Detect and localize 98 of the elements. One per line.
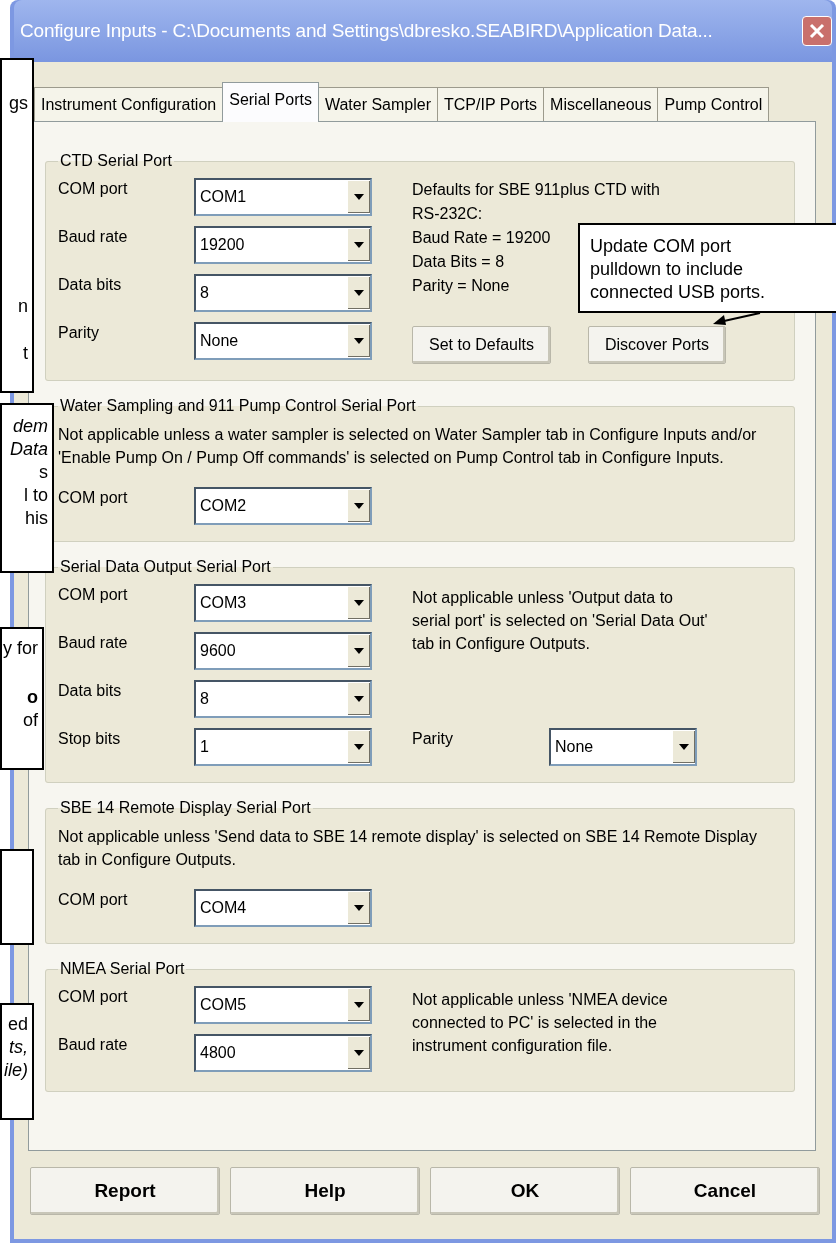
group-title: Serial Data Output Serial Port xyxy=(59,558,272,576)
tab[interactable]: Water Sampler xyxy=(317,87,438,122)
caret-icon xyxy=(354,290,364,296)
dropdown-button[interactable] xyxy=(347,683,370,715)
dropdown-field[interactable]: None xyxy=(194,322,372,360)
defaults-text: Data Bits = 8 xyxy=(412,252,505,272)
dropdown-button[interactable] xyxy=(347,587,370,619)
dialog-button[interactable]: Help xyxy=(230,1167,420,1215)
dropdown-button[interactable] xyxy=(347,229,370,261)
dropdown-button[interactable] xyxy=(347,989,370,1021)
field-label: Baud rate xyxy=(58,227,129,246)
caret-icon xyxy=(354,1050,364,1056)
dropdown-field[interactable]: 8 xyxy=(194,680,372,718)
field-label: Parity xyxy=(58,323,100,342)
caret-icon xyxy=(679,744,689,750)
callout-text: y for xyxy=(3,637,38,660)
field-label: COM port xyxy=(58,179,129,198)
caret-icon xyxy=(354,600,364,606)
group-title: CTD Serial Port xyxy=(59,152,174,170)
dropdown-field[interactable]: 4800 xyxy=(194,1034,372,1072)
note-text: Not applicable unless 'Output data to serial port' is selected on 'Serial Data Out' tab in Configure Outputs. xyxy=(412,588,709,654)
action-button[interactable]: Set to Defaults xyxy=(412,326,551,364)
callout-text: Data xyxy=(9,438,48,461)
dropdown-button[interactable] xyxy=(347,490,370,522)
defaults-text: RS-232C: xyxy=(412,204,483,224)
callout-text: connected USB ports. xyxy=(590,281,766,304)
caret-icon xyxy=(354,905,364,911)
dialog-button[interactable]: Cancel xyxy=(630,1167,820,1215)
tab[interactable]: Miscellaneous xyxy=(543,87,659,122)
field-label: COM port xyxy=(58,585,129,604)
group-title: SBE 14 Remote Display Serial Port xyxy=(59,799,312,817)
field-label: Baud rate xyxy=(58,633,129,652)
callout-text: l to xyxy=(24,484,48,507)
callout-text: t xyxy=(23,342,28,365)
dropdown-field[interactable]: 1 xyxy=(194,728,372,766)
dropdown-button[interactable] xyxy=(347,277,370,309)
window-title: Configure Inputs - C:\Documents and Settings\dbresko.SEABIRD\Application Data... xyxy=(20,20,713,42)
field-label: Data bits xyxy=(58,681,123,700)
defaults-text: Parity = None xyxy=(412,276,510,296)
dropdown-button[interactable] xyxy=(347,325,370,357)
dropdown-field[interactable]: COM4 xyxy=(194,889,372,927)
dropdown-button[interactable] xyxy=(347,635,370,667)
note-text: Not applicable unless 'NMEA device connected to PC' is selected in the instrument configuration file. xyxy=(412,990,669,1056)
note-text: Not applicable unless a water sampler is selected on Water Sampler tab in Configure Inputs and/or 'Enable Pump On / Pump Off commands' is selected on Pump Control tab in Configure Inputs. xyxy=(58,425,758,468)
field-label: Parity xyxy=(412,729,454,748)
dropdown-field[interactable]: 9600 xyxy=(194,632,372,670)
callout-text: ile) xyxy=(4,1059,28,1082)
dropdown-field[interactable]: None xyxy=(549,728,697,766)
caret-icon xyxy=(354,744,364,750)
dropdown-field[interactable]: COM3 xyxy=(194,584,372,622)
field-label: Stop bits xyxy=(58,729,122,748)
callout-text: s xyxy=(39,461,48,484)
dropdown-button[interactable] xyxy=(347,731,370,763)
dropdown-field[interactable]: 8 xyxy=(194,274,372,312)
callout-text: his xyxy=(25,507,48,530)
callout-text: of xyxy=(23,709,38,732)
callout-text: Update COM port xyxy=(590,235,732,258)
dropdown-button[interactable] xyxy=(672,731,695,763)
tab[interactable]: Pump Control xyxy=(657,87,770,122)
callout-text: n xyxy=(18,295,28,318)
dropdown-field[interactable]: COM1 xyxy=(194,178,372,216)
close-button[interactable] xyxy=(802,16,832,46)
close-icon xyxy=(808,22,826,40)
tab[interactable]: Serial Ports xyxy=(222,82,319,122)
field-label: COM port xyxy=(58,488,129,507)
callout-text: gs xyxy=(9,92,28,115)
callout-text: o xyxy=(27,686,38,709)
field-label: COM port xyxy=(58,987,129,1006)
field-label: Baud rate xyxy=(58,1035,129,1054)
dropdown-button[interactable] xyxy=(347,181,370,213)
group-title: Water Sampling and 911 Pump Control Serial Port xyxy=(59,397,417,415)
defaults-text: Baud Rate = 19200 xyxy=(412,228,551,248)
dropdown-field[interactable]: COM5 xyxy=(194,986,372,1024)
field-label: COM port xyxy=(58,890,129,909)
dropdown-field[interactable]: COM2 xyxy=(194,487,372,525)
caret-icon xyxy=(354,242,364,248)
caret-icon xyxy=(354,1002,364,1008)
note-text: Not applicable unless 'Send data to SBE 14 remote display' is selected on SBE 14 Remote Display tab in Configure Outputs. xyxy=(58,827,758,870)
caret-icon xyxy=(354,648,364,654)
dropdown-button[interactable] xyxy=(347,892,370,924)
caret-icon xyxy=(354,503,364,509)
tab[interactable]: TCP/IP Ports xyxy=(437,87,545,122)
action-button[interactable]: Discover Ports xyxy=(587,326,726,364)
group-title: NMEA Serial Port xyxy=(59,960,186,978)
caret-icon xyxy=(354,696,364,702)
defaults-text: Defaults for SBE 911plus CTD with xyxy=(412,180,660,200)
callout-text: ed xyxy=(7,1013,28,1036)
caret-icon xyxy=(354,338,364,344)
dropdown-button[interactable] xyxy=(347,1037,370,1069)
field-label: Data bits xyxy=(58,275,123,294)
tab[interactable]: Instrument Configuration xyxy=(34,87,224,122)
callout-text: ts, xyxy=(9,1036,28,1059)
dialog-button[interactable]: OK xyxy=(430,1167,620,1215)
caret-icon xyxy=(354,194,364,200)
dropdown-field[interactable]: 19200 xyxy=(194,226,372,264)
callout-text: dem xyxy=(13,415,48,438)
callout-text: pulldown to include xyxy=(590,258,744,281)
dialog-button[interactable]: Report xyxy=(30,1167,220,1215)
